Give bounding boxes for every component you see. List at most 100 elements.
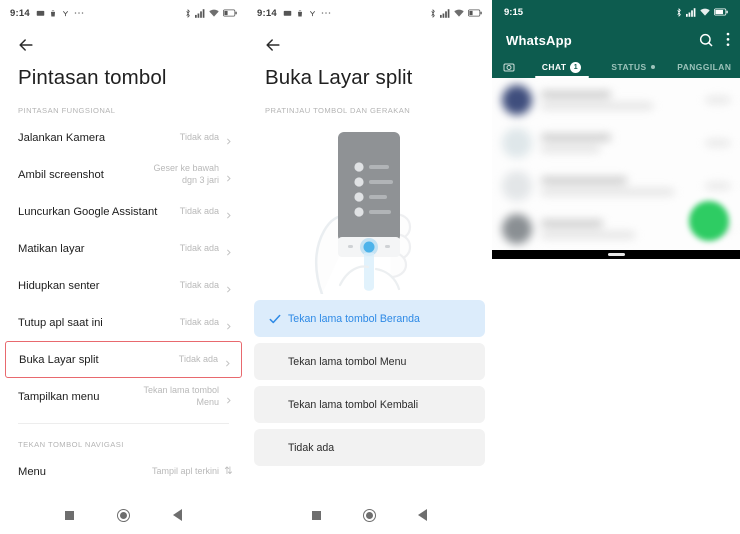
- setting-row-open-split-screen[interactable]: Buka Layar split Tidak ada: [5, 341, 242, 378]
- status-bar: 9:14: [247, 0, 492, 26]
- chevron-right-icon: [224, 133, 233, 145]
- share-icon: [308, 9, 317, 18]
- setting-row-show-menu[interactable]: Tampilkan menu Tekan lama tombol Menu: [0, 378, 247, 415]
- settings-list: Jalankan Kamera Tidak ada Ambil screensh…: [0, 119, 247, 415]
- tab-label: CHAT: [541, 62, 567, 72]
- back-triangle-icon[interactable]: [418, 509, 427, 521]
- new-chat-fab[interactable]: [689, 201, 729, 241]
- search-icon[interactable]: [698, 32, 714, 48]
- setting-row-close-current-app[interactable]: Tutup apl saat ini Tidak ada: [0, 304, 247, 341]
- timestamp: [706, 182, 730, 189]
- check-icon: [268, 312, 282, 326]
- tab-label: PANGGILAN: [677, 62, 732, 72]
- back-arrow-icon[interactable]: [263, 35, 283, 55]
- overflow-menu-icon[interactable]: [726, 32, 730, 48]
- home-circle-icon[interactable]: [116, 508, 130, 522]
- status-bar-right: [185, 8, 237, 18]
- timestamp: [706, 139, 730, 146]
- back-arrow-icon[interactable]: [16, 35, 36, 55]
- tab-label: STATUS: [611, 62, 647, 72]
- chevron-right-icon: [224, 207, 233, 219]
- setting-value: Tidak ada: [179, 131, 219, 142]
- timestamp: [706, 96, 730, 103]
- split-screen-divider[interactable]: [492, 250, 740, 259]
- signal-icon: [195, 8, 205, 18]
- trash-icon: [296, 9, 304, 18]
- battery-icon: [223, 9, 237, 17]
- setting-row-google-assistant[interactable]: Luncurkan Google Assistant Tidak ada: [0, 193, 247, 230]
- more-dots-icon: [74, 11, 84, 15]
- setting-value: Tidak ada: [179, 279, 219, 290]
- whatsapp-chat-list-blurred[interactable]: [492, 78, 740, 250]
- setting-label: Tampilkan menu: [18, 390, 100, 403]
- home-circle-icon[interactable]: [363, 508, 376, 522]
- page-title: Buka Layar split: [265, 66, 413, 89]
- signal-icon: [686, 7, 696, 17]
- tab-status[interactable]: STATUS: [597, 56, 668, 78]
- signal-icon: [440, 8, 450, 18]
- phone-screen-button-shortcuts: 9:14 Pintasan tombol PINTASAN FUNGSIONAL: [0, 0, 247, 534]
- setting-label: Jalankan Kamera: [18, 131, 106, 144]
- back-triangle-icon[interactable]: [172, 509, 182, 521]
- share-icon: [61, 9, 70, 18]
- option-label: Tidak ada: [288, 441, 335, 454]
- whatsapp-app-bar: WhatsApp: [492, 24, 740, 56]
- option-long-press-back[interactable]: Tekan lama tombol Kembali: [254, 386, 485, 423]
- wifi-icon: [700, 8, 710, 17]
- system-navigation-bar: [247, 496, 492, 534]
- avatar: [502, 127, 532, 158]
- option-label: Tekan lama tombol Kembali: [288, 398, 419, 411]
- setting-row-turn-off-screen[interactable]: Matikan layar Tidak ada: [0, 230, 247, 267]
- whatsapp-title: WhatsApp: [506, 32, 572, 48]
- setting-row-take-screenshot[interactable]: Ambil screenshot Geser ke bawah dgn 3 ja…: [0, 156, 247, 193]
- option-none[interactable]: Tidak ada: [254, 429, 485, 466]
- list-item[interactable]: [492, 78, 740, 121]
- option-long-press-home[interactable]: Tekan lama tombol Beranda: [254, 300, 485, 337]
- recents-square-icon[interactable]: [312, 510, 321, 520]
- status-time: 9:14: [257, 7, 277, 19]
- setting-row-launch-camera[interactable]: Jalankan Kamera Tidak ada: [0, 119, 247, 156]
- bluetooth-icon: [430, 8, 436, 18]
- status-bar-right: [676, 7, 728, 17]
- phone-screen-split-screen-options: 9:14 Buka Layar split PRATINJAU TOMBOL D…: [247, 0, 492, 534]
- recents-square-icon[interactable]: [65, 510, 75, 520]
- setting-row-menu[interactable]: Menu Tampil apl terkini ⇅: [0, 453, 247, 490]
- section-header-preview: PRATINJAU TOMBOL DAN GERAKAN: [265, 106, 411, 115]
- chevron-right-icon: [224, 318, 233, 330]
- option-label: Tekan lama tombol Menu: [288, 355, 407, 368]
- wifi-icon: [209, 9, 219, 18]
- tab-camera[interactable]: [492, 56, 526, 78]
- three-phone-screenshots: 9:14 Pintasan tombol PINTASAN FUNGSIONAL: [0, 0, 740, 534]
- back-row: [247, 26, 492, 64]
- setting-value: Tidak ada: [179, 205, 219, 216]
- trash-icon: [49, 9, 57, 18]
- setting-value: Tidak ada: [179, 316, 219, 327]
- avatar: [502, 170, 532, 201]
- list-item[interactable]: [492, 121, 740, 164]
- chevron-right-icon: [224, 244, 233, 256]
- back-row: [0, 26, 247, 64]
- tab-calls[interactable]: PANGGILAN: [669, 56, 740, 78]
- status-bar-left: 9:14: [257, 8, 331, 19]
- setting-value: Tidak ada: [179, 242, 219, 253]
- unread-badge: 1: [570, 61, 582, 73]
- option-long-press-menu[interactable]: Tekan lama tombol Menu: [254, 343, 485, 380]
- status-bar-left: 9:14: [10, 8, 84, 19]
- split-drag-handle[interactable]: [607, 253, 625, 256]
- setting-value: Tekan lama tombol Menu: [143, 385, 219, 407]
- status-time: 9:15: [504, 6, 524, 18]
- setting-label: Ambil screenshot: [18, 168, 104, 181]
- avatar: [502, 213, 532, 244]
- status-bar: 9:14: [0, 0, 247, 26]
- status-bar-right: [430, 8, 482, 18]
- page-title: Pintasan tombol: [18, 66, 167, 89]
- status-bar: 9:15: [492, 0, 740, 24]
- setting-label: Luncurkan Google Assistant: [18, 205, 158, 218]
- setting-row-turn-on-flashlight[interactable]: Hidupkan senter Tidak ada: [0, 267, 247, 304]
- option-label: Tekan lama tombol Beranda: [288, 312, 420, 325]
- tab-chat[interactable]: CHAT 1: [526, 56, 597, 78]
- message-icon: [283, 9, 292, 18]
- wifi-icon: [454, 9, 464, 18]
- system-navigation-bar: [0, 496, 247, 534]
- list-item[interactable]: [492, 164, 740, 207]
